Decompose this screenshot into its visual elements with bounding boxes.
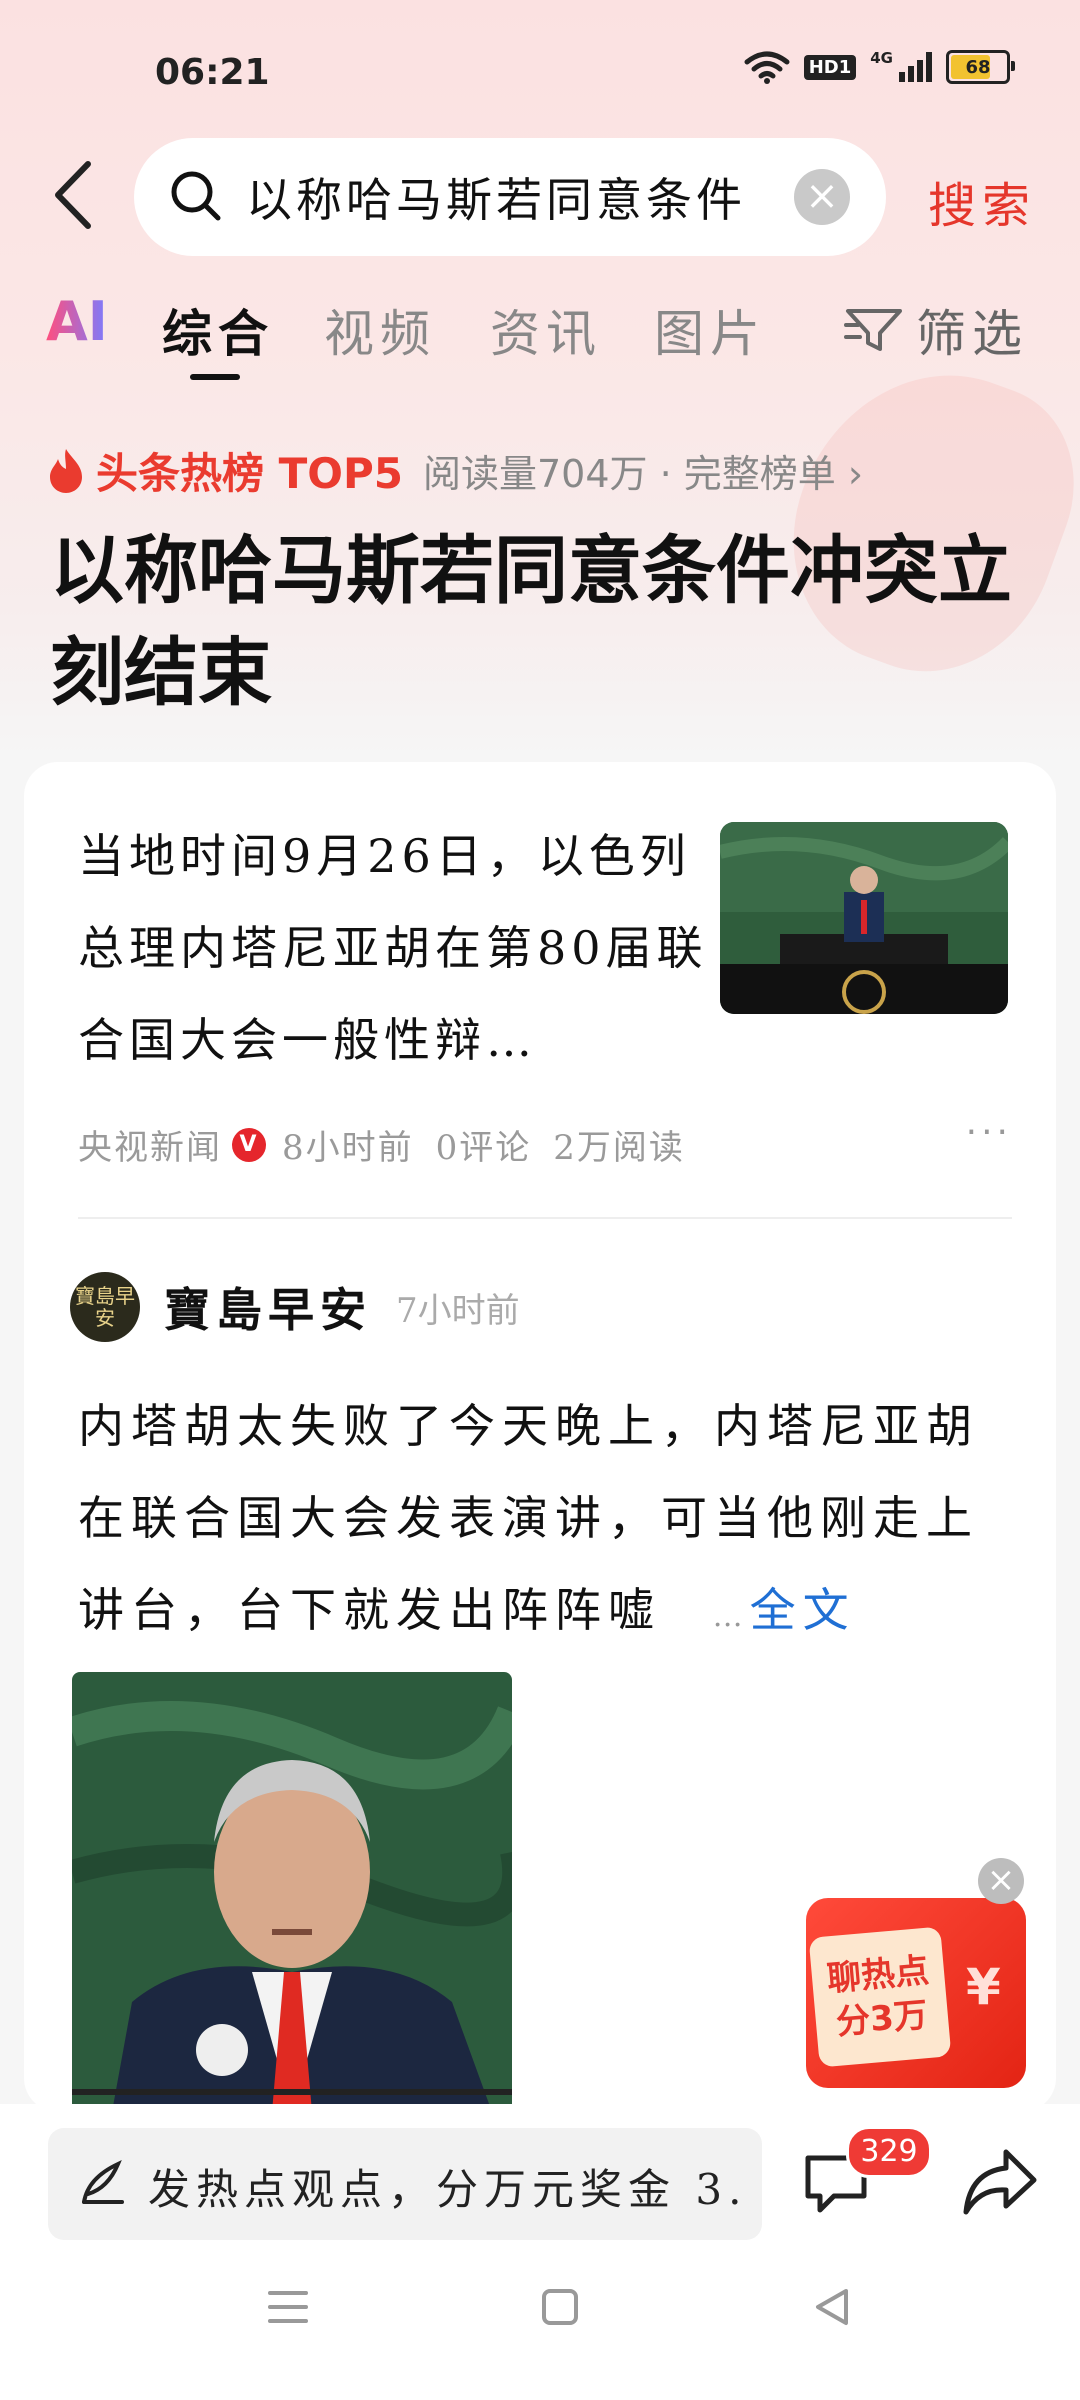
system-navigation-bar bbox=[0, 2214, 1080, 2400]
divider bbox=[78, 1217, 1012, 1219]
hot-list-meta: 阅读量704万 · 完整榜单 › bbox=[422, 452, 864, 496]
status-icons: HD1 4G 68 bbox=[744, 49, 1015, 84]
flame-icon bbox=[50, 448, 82, 493]
search-input[interactable] bbox=[244, 164, 778, 230]
post-time: 7小时前 bbox=[396, 1290, 520, 1331]
menu-icon bbox=[268, 2291, 308, 2323]
wifi-icon bbox=[744, 51, 790, 84]
news-reads: 2万阅读 bbox=[553, 1128, 685, 1168]
promo-close-button[interactable]: × bbox=[978, 1858, 1024, 1904]
share-icon bbox=[963, 2149, 1037, 2215]
tab-bar: AI 综合 视频 资讯 图片 筛选 bbox=[0, 290, 1080, 380]
back-button[interactable] bbox=[48, 160, 108, 230]
recent-apps-button[interactable] bbox=[258, 2277, 318, 2337]
more-options-button[interactable]: ··· bbox=[966, 1112, 1012, 1153]
news-source[interactable]: 央视新闻 bbox=[78, 1120, 222, 1169]
active-tab-indicator bbox=[190, 374, 240, 380]
filter-label: 筛选 bbox=[916, 305, 1028, 363]
promo-text: 聊热点分3万 bbox=[808, 1926, 952, 2068]
news-summary[interactable]: 当地时间9月26日，以色列总理内塔尼亚胡在第80届联合国大会一般性辩… bbox=[78, 810, 718, 1086]
tab-images[interactable]: 图片 bbox=[654, 294, 766, 366]
signal-icon bbox=[899, 52, 932, 82]
post-photo[interactable] bbox=[72, 1672, 512, 2112]
battery-icon: 68 bbox=[946, 50, 1015, 84]
filter-icon bbox=[844, 309, 902, 351]
clear-search-button[interactable]: × bbox=[794, 169, 850, 225]
hot-list-link[interactable]: 头条热榜 TOP5 阅读量704万 · 完整榜单 › bbox=[46, 440, 863, 501]
news-time: 8小时前 bbox=[282, 1128, 414, 1168]
status-bar: 06:21 HD1 4G 68 bbox=[0, 0, 1080, 140]
search-box[interactable]: × bbox=[134, 138, 886, 256]
pen-icon bbox=[82, 2160, 124, 2204]
avatar[interactable]: 寶島早安 bbox=[70, 1272, 140, 1342]
news-comments: 0评论 bbox=[435, 1128, 532, 1168]
square-icon bbox=[542, 2289, 578, 2325]
tab-video[interactable]: 视频 bbox=[324, 294, 436, 366]
system-back-button[interactable] bbox=[802, 2277, 862, 2337]
triangle-back-icon bbox=[816, 2289, 848, 2325]
search-icon bbox=[171, 171, 221, 221]
yen-icon: ¥ bbox=[966, 1958, 1001, 2016]
expand-full-text-link[interactable]: 全文 bbox=[750, 1583, 856, 1637]
promo-widget[interactable]: 聊热点分3万 ¥ × bbox=[806, 1858, 1028, 2088]
post-author-row[interactable]: 寶島早安 寶島早安 7小时前 bbox=[70, 1272, 520, 1342]
battery-level: 68 bbox=[965, 56, 991, 78]
hd-badge: HD1 bbox=[803, 54, 857, 80]
status-time: 06:21 bbox=[155, 52, 270, 93]
tab-news[interactable]: 资讯 bbox=[490, 294, 602, 366]
verified-badge: V bbox=[232, 1127, 266, 1162]
network-type-label: 4G bbox=[870, 49, 893, 67]
search-button[interactable]: 搜索 bbox=[928, 166, 1036, 236]
comment-count-badge: 329 bbox=[846, 2126, 932, 2178]
filter-button[interactable]: 筛选 bbox=[844, 294, 1028, 366]
home-button[interactable] bbox=[530, 2277, 590, 2337]
comment-placeholder: 发热点观点，分万元奖金 3. bbox=[148, 2165, 748, 2214]
news-meta: 央视新闻 V 8小时前 0评论 2万阅读 bbox=[78, 1120, 707, 1169]
ai-tab[interactable]: AI bbox=[46, 290, 108, 353]
tab-all[interactable]: 综合 bbox=[162, 294, 274, 366]
chevron-left-icon bbox=[55, 161, 91, 229]
news-thumbnail[interactable] bbox=[720, 822, 1008, 1014]
hot-headline[interactable]: 以称哈马斯若同意条件冲突立刻结束 bbox=[50, 520, 1030, 724]
post-text[interactable]: 内塔胡太失败了今天晚上，内塔尼亚胡在联合国大会发表演讲，可当他刚走上讲台，台下就… bbox=[78, 1380, 1008, 1663]
share-button[interactable] bbox=[960, 2146, 1040, 2218]
hot-list-title: 头条热榜 TOP5 bbox=[96, 449, 403, 498]
post-ellipsis: … bbox=[712, 1599, 750, 1634]
author-name[interactable]: 寶島早安 bbox=[164, 1274, 372, 1340]
